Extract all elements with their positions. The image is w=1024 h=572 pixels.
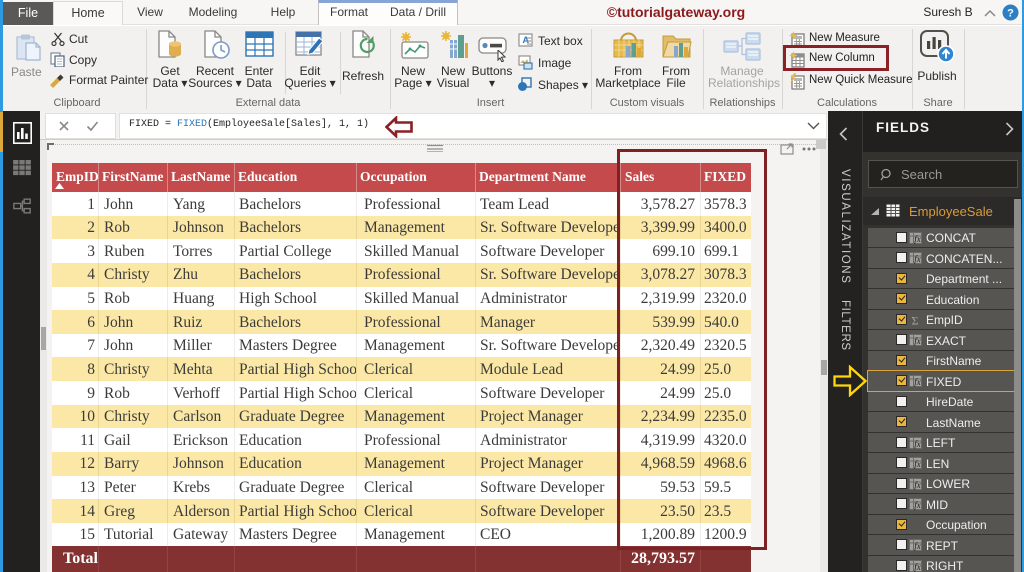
- svg-text:fx: fx: [914, 336, 921, 346]
- svg-text:fx: fx: [914, 541, 921, 551]
- svg-text:fx: fx: [914, 377, 921, 387]
- svg-text:?: ?: [1007, 8, 1014, 20]
- svg-text:fx: fx: [914, 234, 921, 244]
- svg-text:fx: fx: [914, 500, 921, 510]
- svg-text:fx: fx: [914, 480, 921, 490]
- svg-text:fx: fx: [914, 459, 921, 469]
- svg-text:A: A: [523, 35, 530, 45]
- svg-text:fx: fx: [914, 562, 921, 572]
- svg-text:fx: fx: [914, 439, 921, 449]
- svg-text:Σ: Σ: [912, 314, 919, 326]
- svg-text:fx: fx: [914, 254, 921, 264]
